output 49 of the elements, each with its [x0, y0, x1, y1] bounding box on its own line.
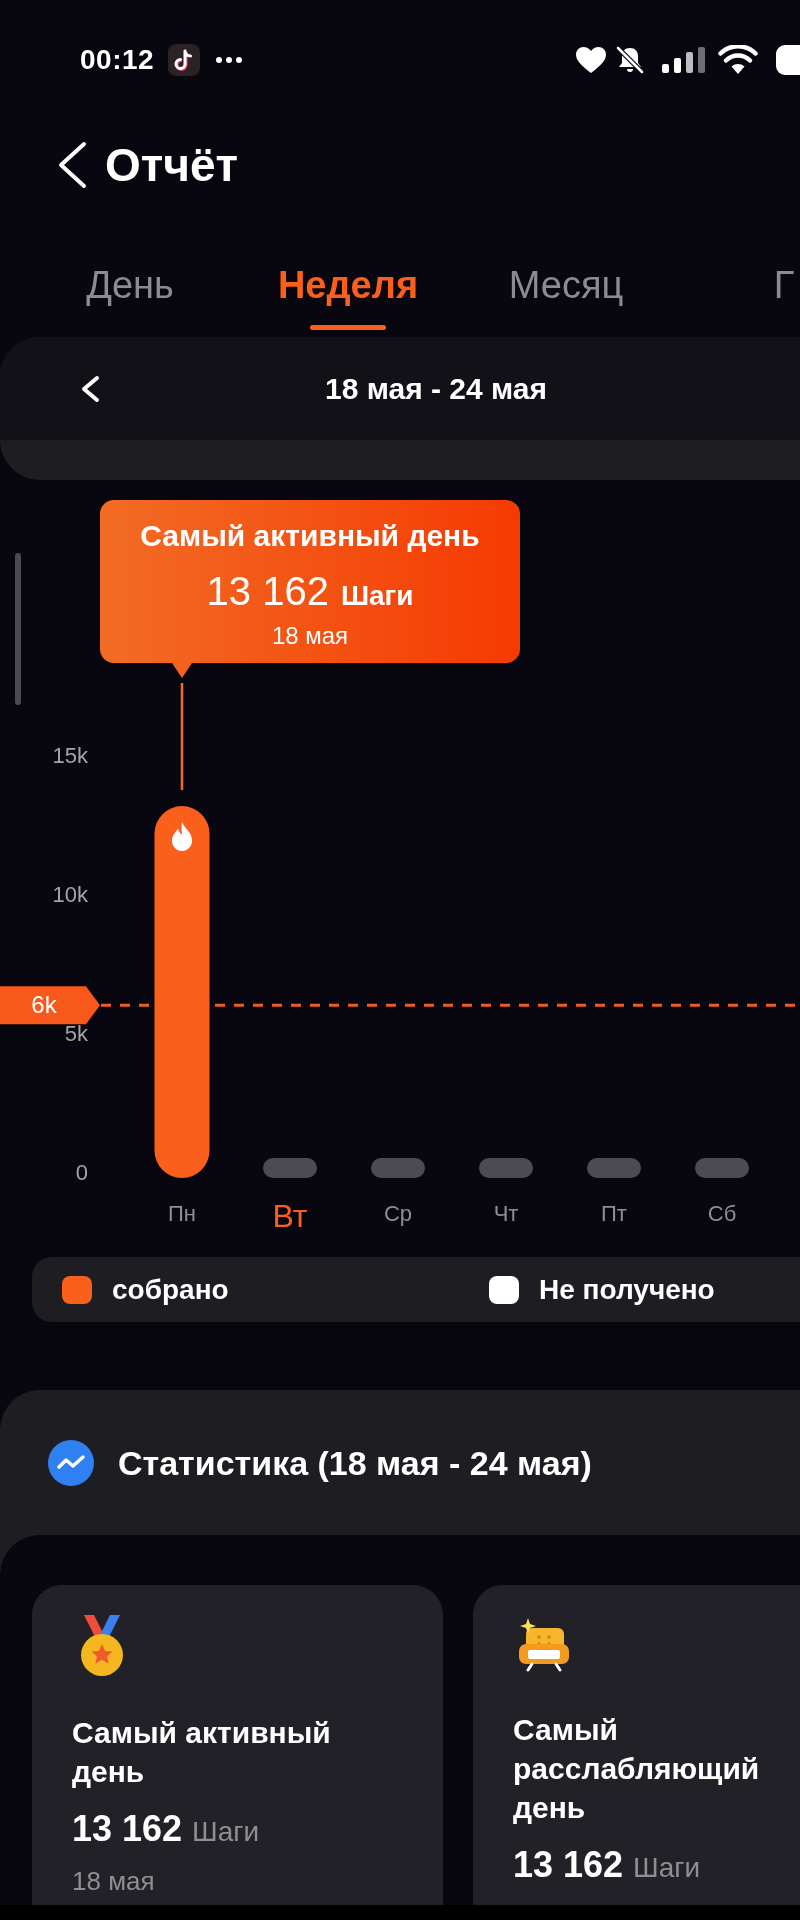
date-label: 18 мая [72, 1865, 156, 1898]
card-title: Самый расслабляющий день [513, 1712, 761, 1826]
no-data-marker [263, 1158, 317, 1178]
axis-label: 15k [52, 743, 88, 768]
back-icon[interactable] [57, 141, 87, 189]
no-data-marker [587, 1158, 641, 1178]
unit-label: Шаги [340, 579, 414, 613]
no-data-marker [695, 1158, 749, 1178]
tooltip-title: Самый активный день [140, 518, 480, 554]
tab[interactable]: Неделя [277, 265, 419, 330]
battery-icon [776, 45, 800, 75]
axis-label: 0 [75, 1160, 88, 1185]
day-label: Чт [493, 1201, 519, 1226]
medal-icon [80, 1615, 124, 1677]
no-data-marker [479, 1158, 533, 1178]
sofa-icon [518, 1618, 570, 1674]
chevron-left-icon[interactable] [80, 374, 100, 403]
unit-label: Шаги [633, 1851, 701, 1885]
tab[interactable]: День [86, 265, 174, 330]
page-title: Отчёт [105, 138, 239, 192]
clock-time: 00:12 [80, 44, 155, 76]
tab[interactable]: Месяц [508, 265, 624, 330]
flame-icon [172, 822, 192, 852]
no-data-marker [371, 1158, 425, 1178]
step-count: 13 162 [513, 1843, 624, 1887]
more-icon [215, 56, 244, 64]
day-label: Ср [383, 1201, 413, 1226]
bell-slash-icon [615, 45, 645, 75]
day-label: Пт [601, 1201, 627, 1226]
heart-icon [575, 46, 607, 74]
legend-label: собрано [112, 1272, 229, 1307]
tab[interactable]: Г [746, 265, 800, 330]
signal-icon [662, 47, 706, 73]
axis-label: 10k [52, 882, 88, 907]
step-count: 13 162 [206, 568, 329, 614]
day-label: Вт [272, 1198, 308, 1234]
date-range: 18 мая - 24 мая [325, 370, 548, 407]
card-title: Самый активный день [72, 1715, 332, 1790]
day-label: Пн [168, 1201, 196, 1226]
wifi-icon [718, 45, 758, 75]
ref-line-label: 6k [31, 991, 58, 1019]
goal-tag: 6k [0, 986, 100, 1025]
music-note-icon [168, 44, 201, 76]
step-count: 13 162 [72, 1807, 183, 1851]
day-label: Сб [707, 1201, 737, 1226]
date-label: 18 мая [271, 621, 349, 651]
section-title: Статистика (18 мая - 24 мая) [118, 1442, 592, 1484]
unit-label: Шаги [192, 1815, 260, 1849]
legend-label: Не получено [539, 1272, 715, 1307]
